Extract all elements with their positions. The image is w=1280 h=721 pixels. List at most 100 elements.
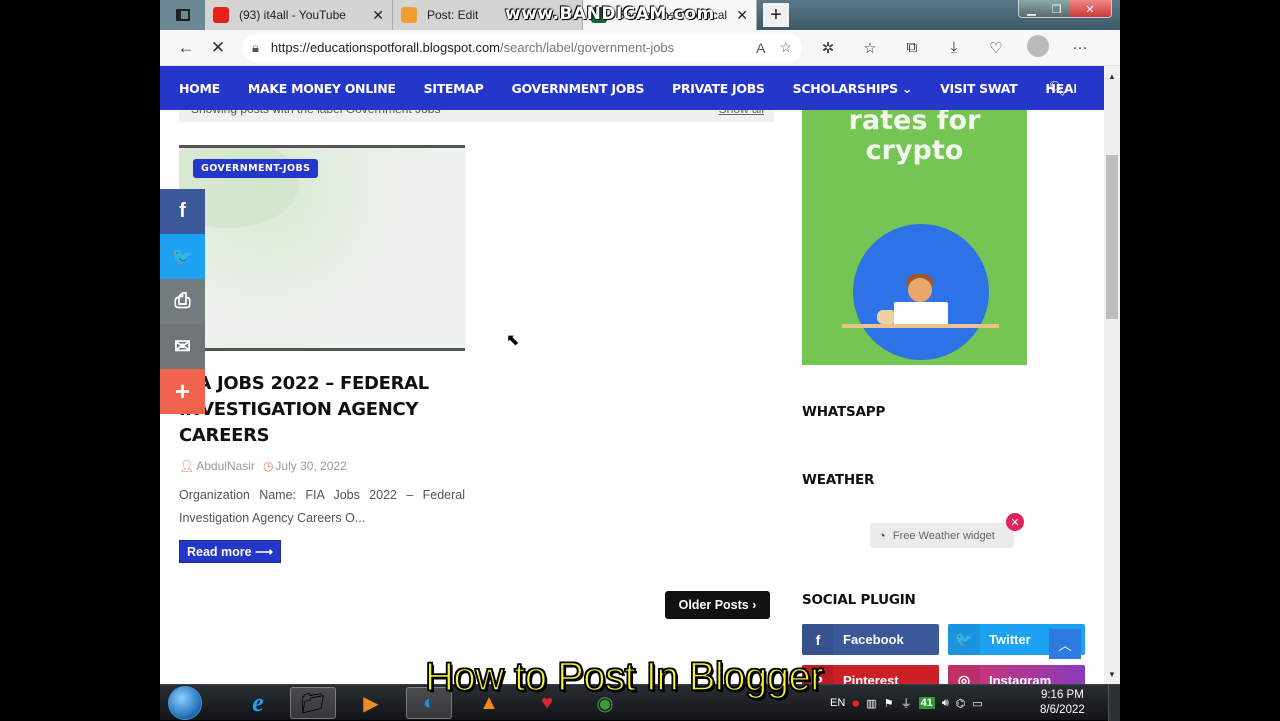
lock-icon: 🔒︎ (252, 39, 259, 55)
social-facebook-button[interactable]: f Facebook (802, 624, 939, 655)
address-bar[interactable]: 🔒︎ https://educationspotforall.blogspot.… (242, 33, 802, 62)
record-icon[interactable]: ⏺ (852, 695, 859, 712)
more-menu-icon[interactable]: ··· (1064, 39, 1096, 56)
share-facebook-button[interactable]: f (160, 189, 205, 234)
facebook-icon: f (179, 200, 186, 222)
facebook-icon: f (802, 624, 834, 655)
start-button[interactable] (168, 686, 202, 720)
post-thumbnail[interactable]: GOVERNMENT-JOBS (179, 145, 465, 351)
downloads-icon[interactable]: ⤓ (938, 39, 970, 56)
post-title[interactable]: FIA JOBS 2022 – FEDERAL INVESTIGATION AG… (179, 371, 479, 449)
tab-actions-button[interactable] (160, 0, 205, 30)
nav-visit-swat[interactable]: VISIT SWAT (940, 81, 1018, 96)
youtube-icon (213, 7, 229, 23)
nav-make-money-online[interactable]: MAKE MONEY ONLINE (248, 81, 396, 96)
collections-icon[interactable]: ⧉ (896, 39, 928, 56)
show-desktop-button[interactable] (1108, 685, 1120, 721)
nav-private-jobs[interactable]: PRIVATE JOBS (672, 81, 765, 96)
close-window-button[interactable]: ✕ (1069, 0, 1111, 17)
url-text[interactable]: https://educationspotforall.blogspot.com… (271, 40, 742, 55)
social-plugin-title: SOCIAL PLUGIN (802, 592, 916, 608)
older-posts-button[interactable]: Older Posts › (665, 591, 770, 619)
media-player-icon[interactable]: ▶ (348, 687, 394, 719)
ad-illustration-desk (842, 324, 999, 328)
tray-badge[interactable]: 41 (918, 697, 935, 709)
close-weather-widget-button[interactable]: ✕ (1006, 513, 1024, 531)
nav-home[interactable]: HOME (179, 81, 220, 96)
usb-icon[interactable]: ⏚ (901, 695, 912, 711)
close-tab-icon[interactable]: ✕ (736, 7, 748, 24)
minimize-button[interactable]: ▁ (1019, 0, 1044, 17)
close-tab-icon[interactable]: ✕ (372, 7, 384, 24)
weather-widget-title: WEATHER (802, 472, 875, 488)
laptop-icon (894, 302, 948, 325)
back-to-top-button[interactable]: ︿ (1049, 629, 1081, 659)
back-button[interactable]: ← (170, 32, 202, 64)
tab-youtube[interactable]: (93) it4all - YouTube ✕ (205, 0, 393, 30)
author[interactable]: 👤︎ AbdulNasir (179, 459, 255, 473)
performance-icon[interactable]: ♡ (980, 39, 1012, 57)
category-badge[interactable]: GOVERNMENT-JOBS (193, 159, 319, 178)
window-controls: ▁ ❐ ✕ (1018, 0, 1112, 18)
ad-text: rates for crypto (848, 105, 981, 166)
network-icon[interactable]: ⌬ (956, 697, 966, 710)
action-center-icon[interactable]: ▭ (972, 697, 982, 710)
volume-icon[interactable]: 🔊︎ (942, 697, 949, 710)
tab-actions-icon (175, 9, 190, 21)
share-bar: f 🐦 ⎙ ✉ + (160, 189, 205, 414)
extensions-icon[interactable]: ✲ (812, 39, 844, 57)
tab-strip: (93) it4all - YouTube ✕ Post: Edit Bacha… (160, 0, 1120, 30)
print-icon: ⎙ (174, 290, 191, 312)
nav-government-jobs[interactable]: GOVERNMENT JOBS (512, 81, 645, 96)
scroll-thumb[interactable] (1106, 155, 1118, 319)
nav-scholarships[interactable]: SCHOLARSHIPS ⌄ (793, 80, 913, 96)
search-icon[interactable]: 🔍︎ (1048, 80, 1066, 97)
mouse-cursor: ⬉ (506, 332, 520, 349)
twitter-icon: 🐦 (171, 246, 194, 266)
main-nav: HOME MAKE MONEY ONLINE SITEMAP GOVERNMEN… (160, 66, 1104, 110)
address-toolbar: ← ✕ 🔒︎ https://educationspotforall.blogs… (160, 30, 1120, 66)
flag-icon[interactable]: ⚑ (884, 697, 894, 710)
crypto-ad-banner[interactable]: rates for crypto (802, 100, 1027, 365)
nav-sitemap[interactable]: SITEMAP (424, 81, 484, 96)
stop-loading-button[interactable]: ✕ (202, 32, 234, 64)
scroll-up-arrow[interactable]: ▲ (1104, 68, 1120, 84)
add-favorite-icon[interactable]: ☆ (779, 39, 792, 56)
share-twitter-button[interactable]: 🐦 (160, 234, 205, 279)
email-icon: ✉ (174, 336, 191, 358)
internet-explorer-icon[interactable]: e (235, 687, 281, 719)
weather-widget[interactable]: ◔ Free Weather widget (870, 523, 1014, 548)
video-caption: How to Post In Blogger (424, 654, 824, 700)
weather-gauge-icon: ◔ (878, 528, 886, 543)
scroll-down-arrow[interactable]: ▼ (1104, 666, 1120, 682)
share-email-button[interactable]: ✉ (160, 324, 205, 369)
favorites-icon[interactable]: ☆ (854, 39, 886, 57)
chevron-down-icon: ⌄ (901, 80, 913, 96)
blogger-icon (401, 7, 417, 23)
file-explorer-icon[interactable]: 📁︎ (290, 687, 336, 719)
post-excerpt: Organization Name: FIA Jobs 2022 – Feder… (179, 488, 465, 525)
chart-icon[interactable]: ▥ (866, 697, 876, 710)
instagram-icon: ◎ (948, 665, 980, 684)
ad-illustration-person (908, 278, 932, 302)
user-icon: 👤︎ (179, 459, 195, 473)
read-aloud-icon[interactable]: A (756, 40, 765, 56)
share-more-button[interactable]: + (160, 369, 205, 414)
web-page: Showing posts with the label Government … (160, 66, 1104, 684)
profile-avatar[interactable] (1022, 34, 1054, 61)
plus-icon: + (174, 376, 191, 406)
page-scrollbar[interactable]: ▲ ▼ (1104, 66, 1120, 684)
post-meta: 👤︎ AbdulNasir ◷ July 30, 2022 (179, 459, 347, 473)
social-instagram-button[interactable]: ◎ Instagram (948, 665, 1085, 684)
post-date: ◷ July 30, 2022 (262, 459, 347, 473)
whatsapp-widget-title: WHATSAPP (802, 404, 886, 420)
clock-icon: ◷ (262, 459, 274, 473)
system-clock[interactable]: 9:16 PM 8/6/2022 (1040, 688, 1085, 718)
twitter-icon: 🐦 (948, 624, 980, 655)
maximize-button[interactable]: ❐ (1044, 0, 1069, 17)
read-more-button[interactable]: Read more ⟶ (179, 540, 281, 563)
language-indicator[interactable]: EN (830, 697, 845, 709)
share-print-button[interactable]: ⎙ (160, 279, 205, 324)
tab-title: (93) it4all - YouTube (239, 8, 346, 22)
new-tab-button[interactable]: + (763, 3, 789, 27)
